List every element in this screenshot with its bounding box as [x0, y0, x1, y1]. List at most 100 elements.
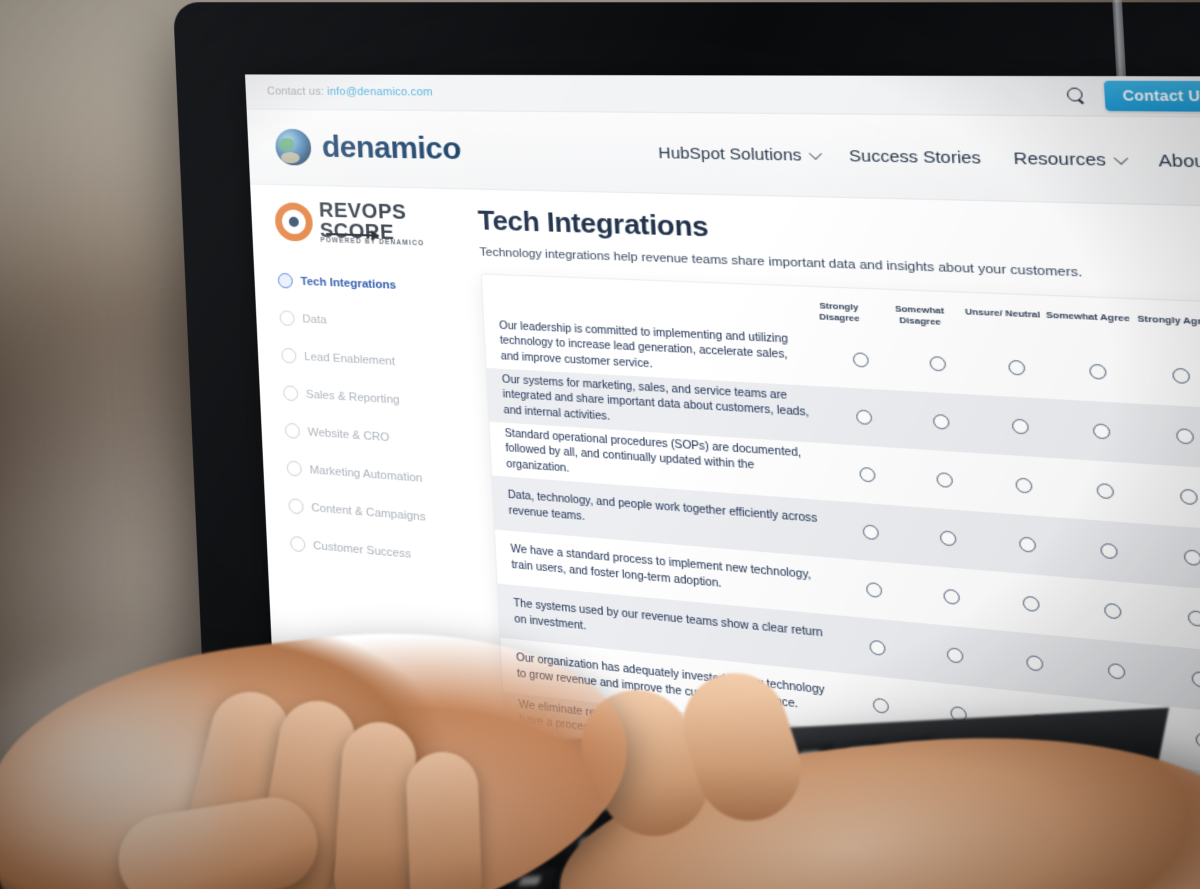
- radio-button[interactable]: [1015, 477, 1033, 494]
- radio-button[interactable]: [1088, 363, 1107, 380]
- radio-button[interactable]: [869, 639, 886, 656]
- option-cell[interactable]: [839, 637, 916, 659]
- radio-button[interactable]: [1103, 602, 1122, 620]
- left-finger: [331, 719, 419, 889]
- option-cell[interactable]: [987, 534, 1068, 555]
- radio-button[interactable]: [946, 647, 964, 664]
- option-cell[interactable]: [909, 528, 988, 549]
- option-cell[interactable]: [1071, 600, 1155, 623]
- option-cell[interactable]: [1154, 607, 1200, 630]
- option-cell[interactable]: [980, 417, 1061, 437]
- radio-button[interactable]: [1008, 359, 1026, 376]
- radio-button[interactable]: [1025, 654, 1044, 672]
- option-cell[interactable]: [1158, 668, 1200, 692]
- contact-us-button[interactable]: Contact Us: [1103, 80, 1200, 112]
- sidebar-item-tech-integrations[interactable]: Tech Integrations: [277, 273, 478, 297]
- contact-email-block: Contact us: info@denamico.com: [267, 86, 433, 99]
- search-icon[interactable]: [1066, 86, 1086, 104]
- chevron-down-icon: [1113, 151, 1129, 165]
- step-dot-icon: [286, 460, 303, 478]
- option-cell[interactable]: [912, 586, 991, 608]
- utility-actions: Contact Us: [1066, 80, 1200, 112]
- sidebar-item-lead-enablement[interactable]: Lead Enablement: [281, 348, 481, 374]
- option-cell[interactable]: [826, 408, 903, 427]
- radio-button[interactable]: [943, 588, 961, 606]
- radio-button[interactable]: [1195, 731, 1200, 750]
- scale-label-strongly-agree: Strongly Agree: [1137, 313, 1200, 328]
- scale-label-somewhat-agree: Somewhat Agree: [1045, 309, 1131, 324]
- sidebar-item-website-cro[interactable]: Website & CRO: [284, 423, 486, 452]
- option-cell[interactable]: [1150, 547, 1200, 569]
- sidebar-item-data[interactable]: Data: [279, 310, 479, 336]
- option-cell[interactable]: [899, 354, 978, 373]
- radio-button[interactable]: [1096, 482, 1115, 500]
- left-finger: [405, 750, 483, 889]
- step-dot-icon: [288, 498, 304, 515]
- radio-button[interactable]: [936, 472, 954, 489]
- option-cell[interactable]: [1075, 660, 1159, 683]
- option-cell[interactable]: [916, 644, 996, 667]
- photo-scene: Contact us: info@denamico.com Contact Us…: [0, 0, 1200, 889]
- radio-button[interactable]: [1100, 542, 1119, 560]
- sidebar-item-sales-reporting[interactable]: Sales & Reporting: [282, 385, 484, 414]
- radio-button[interactable]: [1107, 662, 1126, 680]
- wrist-highlight: [0, 640, 220, 889]
- sidebar-item-label: Marketing Automation: [309, 463, 423, 485]
- sidebar-item-label: Sales & Reporting: [305, 388, 400, 407]
- radio-button[interactable]: [1187, 609, 1200, 628]
- option-cell[interactable]: [832, 522, 909, 543]
- option-cell[interactable]: [1064, 481, 1147, 502]
- option-cell[interactable]: [836, 579, 913, 600]
- option-cell[interactable]: [905, 470, 984, 490]
- option-cell[interactable]: [1139, 366, 1200, 386]
- option-group: [829, 465, 1200, 508]
- option-cell[interactable]: [1162, 728, 1200, 753]
- option-cell[interactable]: [1143, 426, 1200, 446]
- radio-button[interactable]: [1183, 549, 1200, 567]
- option-cell[interactable]: [1146, 486, 1200, 507]
- option-cell[interactable]: [1057, 362, 1140, 381]
- radio-button[interactable]: [855, 409, 873, 426]
- radio-button[interactable]: [1092, 423, 1111, 440]
- radio-button[interactable]: [862, 524, 880, 541]
- option-cell[interactable]: [902, 412, 981, 431]
- option-cell[interactable]: [842, 694, 920, 717]
- radio-button[interactable]: [1022, 595, 1040, 613]
- step-dot-icon: [279, 310, 295, 327]
- revops-score-wordmark: REVOPS SCORE POWERED BY DENAMICO: [318, 199, 425, 248]
- option-cell[interactable]: [977, 358, 1058, 377]
- globe-icon: [274, 128, 312, 166]
- nav-item-hubspot-solutions[interactable]: HubSpot Solutions: [658, 144, 822, 165]
- radio-button[interactable]: [1191, 670, 1200, 689]
- radio-button[interactable]: [929, 355, 947, 372]
- option-cell[interactable]: [1060, 421, 1143, 441]
- radio-button[interactable]: [859, 466, 876, 483]
- radio-button[interactable]: [939, 530, 957, 547]
- radio-button[interactable]: [932, 413, 950, 430]
- radio-button[interactable]: [1175, 428, 1195, 445]
- radio-button[interactable]: [1179, 488, 1199, 506]
- option-cell[interactable]: [994, 652, 1076, 675]
- sidebar-item-marketing-automation[interactable]: Marketing Automation: [286, 460, 488, 492]
- radio-button[interactable]: [1018, 536, 1037, 553]
- radio-button[interactable]: [872, 697, 890, 714]
- scale-label-unsure-neutral: Unsure/ Neutral: [964, 306, 1041, 320]
- option-cell[interactable]: [829, 465, 906, 485]
- option-cell[interactable]: [984, 475, 1065, 496]
- nav-item-about[interactable]: About: [1158, 151, 1200, 172]
- contact-email-link[interactable]: info@denamico.com: [327, 86, 433, 99]
- nav-item-success-stories[interactable]: Success Stories: [848, 146, 981, 167]
- brand-logo[interactable]: denamico: [274, 128, 462, 169]
- option-cell[interactable]: [991, 593, 1073, 615]
- nav-item-resources[interactable]: Resources: [1013, 149, 1129, 170]
- radio-button[interactable]: [865, 581, 883, 599]
- revops-score-logo: REVOPS SCORE POWERED BY DENAMICO: [274, 199, 475, 249]
- radio-button[interactable]: [1171, 367, 1191, 385]
- option-cell[interactable]: [1068, 540, 1152, 562]
- sidebar-item-content-campaigns[interactable]: Content & Campaigns: [288, 498, 489, 530]
- option-cell[interactable]: [823, 351, 900, 369]
- sidebar-item-customer-success[interactable]: Customer Success: [290, 536, 492, 570]
- nav-label: Success Stories: [848, 146, 982, 168]
- radio-button[interactable]: [1011, 418, 1030, 435]
- radio-button[interactable]: [852, 352, 869, 368]
